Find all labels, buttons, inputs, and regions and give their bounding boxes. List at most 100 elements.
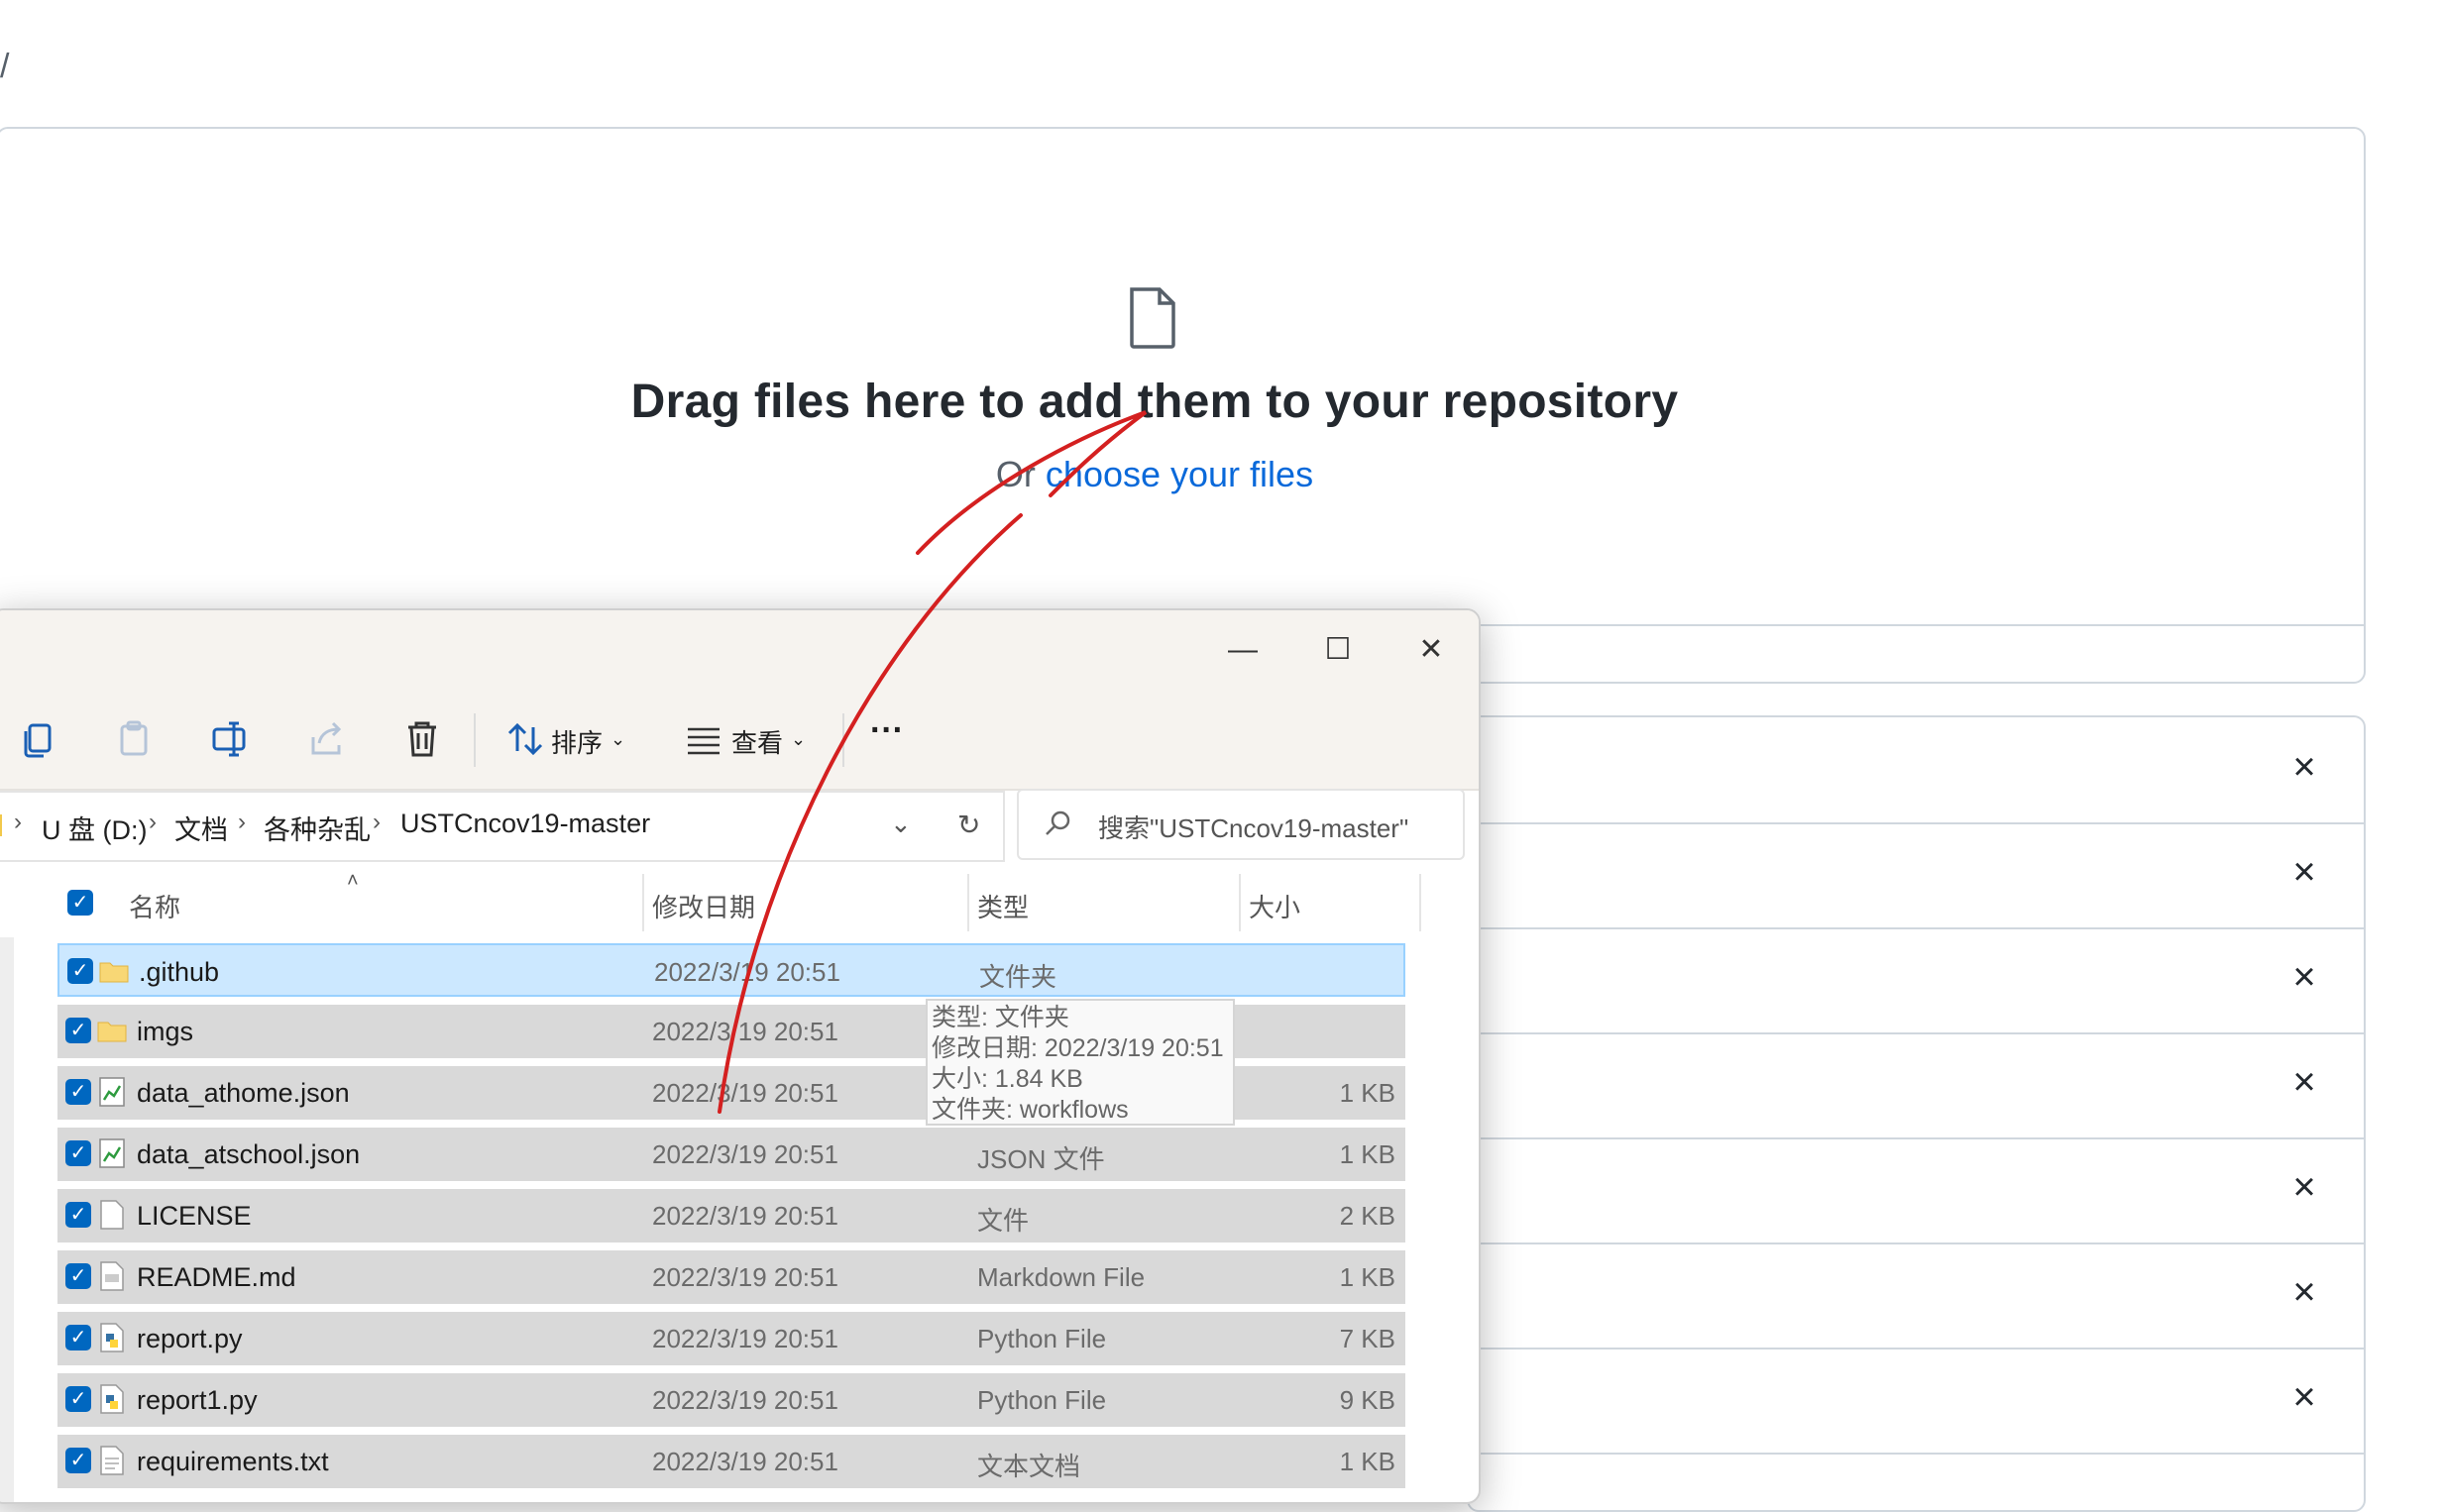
delete-icon[interactable]: [400, 717, 444, 761]
file-size: 2 KB: [1339, 1201, 1395, 1231]
sort-icon[interactable]: [503, 717, 547, 761]
remove-file-button[interactable]: ×: [2284, 1167, 2324, 1207]
column-divider[interactable]: [642, 874, 644, 931]
file-type: 文本文档: [977, 1452, 1081, 1481]
file-name: report.py: [137, 1324, 243, 1353]
file-name: data_atschool.json: [137, 1139, 361, 1169]
row-checkbox[interactable]: ✓: [65, 1202, 91, 1228]
text-file-icon: [100, 1446, 124, 1475]
python-file-icon: [100, 1323, 124, 1352]
select-all-checkbox[interactable]: ✓: [67, 890, 93, 916]
search-placeholder: 搜索"USTCncov19-master": [1098, 813, 1409, 843]
copy-icon[interactable]: [18, 717, 61, 761]
table-row[interactable]: ✓ data_atschool.json 2022/3/19 20:51 JSO…: [57, 1128, 1405, 1181]
minimize-button[interactable]: —: [1219, 626, 1267, 674]
row-checkbox[interactable]: ✓: [65, 1263, 91, 1289]
row-checkbox[interactable]: ✓: [65, 1140, 91, 1166]
file-icon: [1130, 287, 1175, 349]
refresh-icon[interactable]: ↻: [957, 809, 980, 841]
row-checkbox[interactable]: ✓: [65, 1386, 91, 1412]
view-button-label[interactable]: 查看: [731, 723, 783, 760]
file-date: 2022/3/19 20:51: [652, 1201, 838, 1231]
file-name: README.md: [137, 1262, 296, 1292]
file-name: LICENSE: [137, 1201, 252, 1231]
table-row[interactable]: ✓ README.md 2022/3/19 20:51 Markdown Fil…: [57, 1250, 1405, 1304]
file-type: Python File: [977, 1385, 1107, 1415]
file-name: .github: [139, 957, 220, 987]
title-bar[interactable]: — ☐ ✕: [0, 610, 1479, 690]
table-row[interactable]: ✓ report1.py 2022/3/19 20:51 Python File…: [57, 1373, 1405, 1427]
python-file-icon: [100, 1384, 124, 1414]
remove-file-button[interactable]: ×: [2284, 1377, 2324, 1417]
column-divider[interactable]: [1239, 874, 1241, 931]
json-file-icon: [99, 1138, 125, 1168]
remove-file-button[interactable]: ×: [2284, 852, 2324, 892]
file-type: Markdown File: [977, 1262, 1146, 1292]
chevron-down-icon[interactable]: ⌄: [791, 729, 806, 750]
paste-icon[interactable]: [113, 717, 157, 761]
list-item: ×: [1469, 927, 2364, 1034]
address-segment-drive[interactable]: U 盘 (D:): [42, 809, 147, 847]
table-row[interactable]: ✓ LICENSE 2022/3/19 20:51 文件 2 KB: [57, 1189, 1405, 1242]
row-checkbox[interactable]: ✓: [65, 1079, 91, 1105]
row-checkbox[interactable]: ✓: [65, 1018, 91, 1043]
more-options-icon[interactable]: ···: [870, 711, 904, 750]
column-name[interactable]: 名称: [129, 888, 180, 924]
file-explorer-window[interactable]: — ☐ ✕ 排序 ⌄ 查看 ⌄ ··· › U 盘 (D:) › 文档 › 各种…: [0, 608, 1481, 1504]
address-segment-documents[interactable]: 文档: [174, 809, 228, 847]
table-row[interactable]: ✓ .github 2022/3/19 20:51 文件夹: [57, 943, 1405, 997]
search-box[interactable]: 搜索"USTCncov19-master": [1017, 789, 1465, 860]
row-checkbox[interactable]: ✓: [65, 1448, 91, 1473]
column-modified[interactable]: 修改日期: [652, 888, 755, 924]
remove-file-button[interactable]: ×: [2284, 747, 2324, 787]
address-segment-current[interactable]: USTCncov19-master: [400, 809, 650, 839]
remove-file-button[interactable]: ×: [2284, 957, 2324, 997]
chevron-right-icon: ›: [238, 809, 246, 835]
column-divider[interactable]: [1419, 874, 1421, 931]
breadcrumb: /: [0, 48, 10, 85]
row-checkbox[interactable]: ✓: [65, 1325, 91, 1350]
sort-ascending-icon: ˄: [347, 870, 359, 892]
row-checkbox[interactable]: ✓: [67, 958, 93, 984]
view-icon[interactable]: [682, 717, 725, 761]
folder-icon: [97, 1022, 127, 1042]
table-row[interactable]: ✓ report.py 2022/3/19 20:51 Python File …: [57, 1312, 1405, 1365]
blank-file-icon: [100, 1200, 124, 1230]
list-item: ×: [1469, 1137, 2364, 1244]
file-date: 2022/3/19 20:51: [652, 1017, 838, 1046]
file-size: 1 KB: [1339, 1262, 1395, 1292]
json-file-icon: [99, 1077, 125, 1107]
file-date: 2022/3/19 20:51: [652, 1262, 838, 1292]
table-row[interactable]: ✓ requirements.txt 2022/3/19 20:51 文本文档 …: [57, 1435, 1405, 1488]
file-date: 2022/3/19 20:51: [652, 1385, 838, 1415]
chevron-down-icon[interactable]: ⌄: [610, 729, 625, 750]
column-type[interactable]: 类型: [977, 888, 1029, 924]
drag-tooltip: 类型: 文件夹 修改日期: 2022/3/19 20:51 大小: 1.84 K…: [926, 999, 1235, 1126]
list-item: ×: [1469, 1032, 2364, 1139]
file-date: 2022/3/19 20:51: [652, 1078, 838, 1108]
address-dropdown-icon[interactable]: ⌄: [890, 809, 912, 839]
search-icon: [1046, 810, 1070, 835]
column-divider[interactable]: [967, 874, 969, 931]
sort-button-label[interactable]: 排序: [551, 723, 603, 760]
share-icon[interactable]: [305, 717, 349, 761]
file-name: requirements.txt: [137, 1447, 329, 1476]
remove-file-button[interactable]: ×: [2284, 1062, 2324, 1102]
list-item: ×: [1469, 1242, 2364, 1350]
choose-files-link[interactable]: choose your files: [1046, 454, 1313, 494]
tooltip-folder: 文件夹: workflows: [932, 1096, 1129, 1124]
drop-zone-title: Drag files here to add them to your repo…: [630, 376, 1679, 428]
file-name: data_athome.json: [137, 1078, 350, 1108]
remove-file-button[interactable]: ×: [2284, 1272, 2324, 1312]
or-text: Or: [995, 454, 1046, 494]
column-size[interactable]: 大小: [1249, 888, 1300, 924]
file-type: 文件: [977, 1206, 1030, 1236]
folder-icon: [99, 962, 129, 983]
maximize-button[interactable]: ☐: [1314, 626, 1362, 674]
file-size: 1 KB: [1339, 1447, 1395, 1476]
address-bar[interactable]: › U 盘 (D:) › 文档 › 各种杂乱 › USTCncov19-mast…: [0, 791, 1005, 862]
rename-icon[interactable]: [210, 717, 254, 761]
address-segment-misc[interactable]: 各种杂乱: [264, 809, 371, 847]
close-button[interactable]: ✕: [1407, 626, 1455, 674]
navigation-pane-edge: [0, 937, 14, 1502]
